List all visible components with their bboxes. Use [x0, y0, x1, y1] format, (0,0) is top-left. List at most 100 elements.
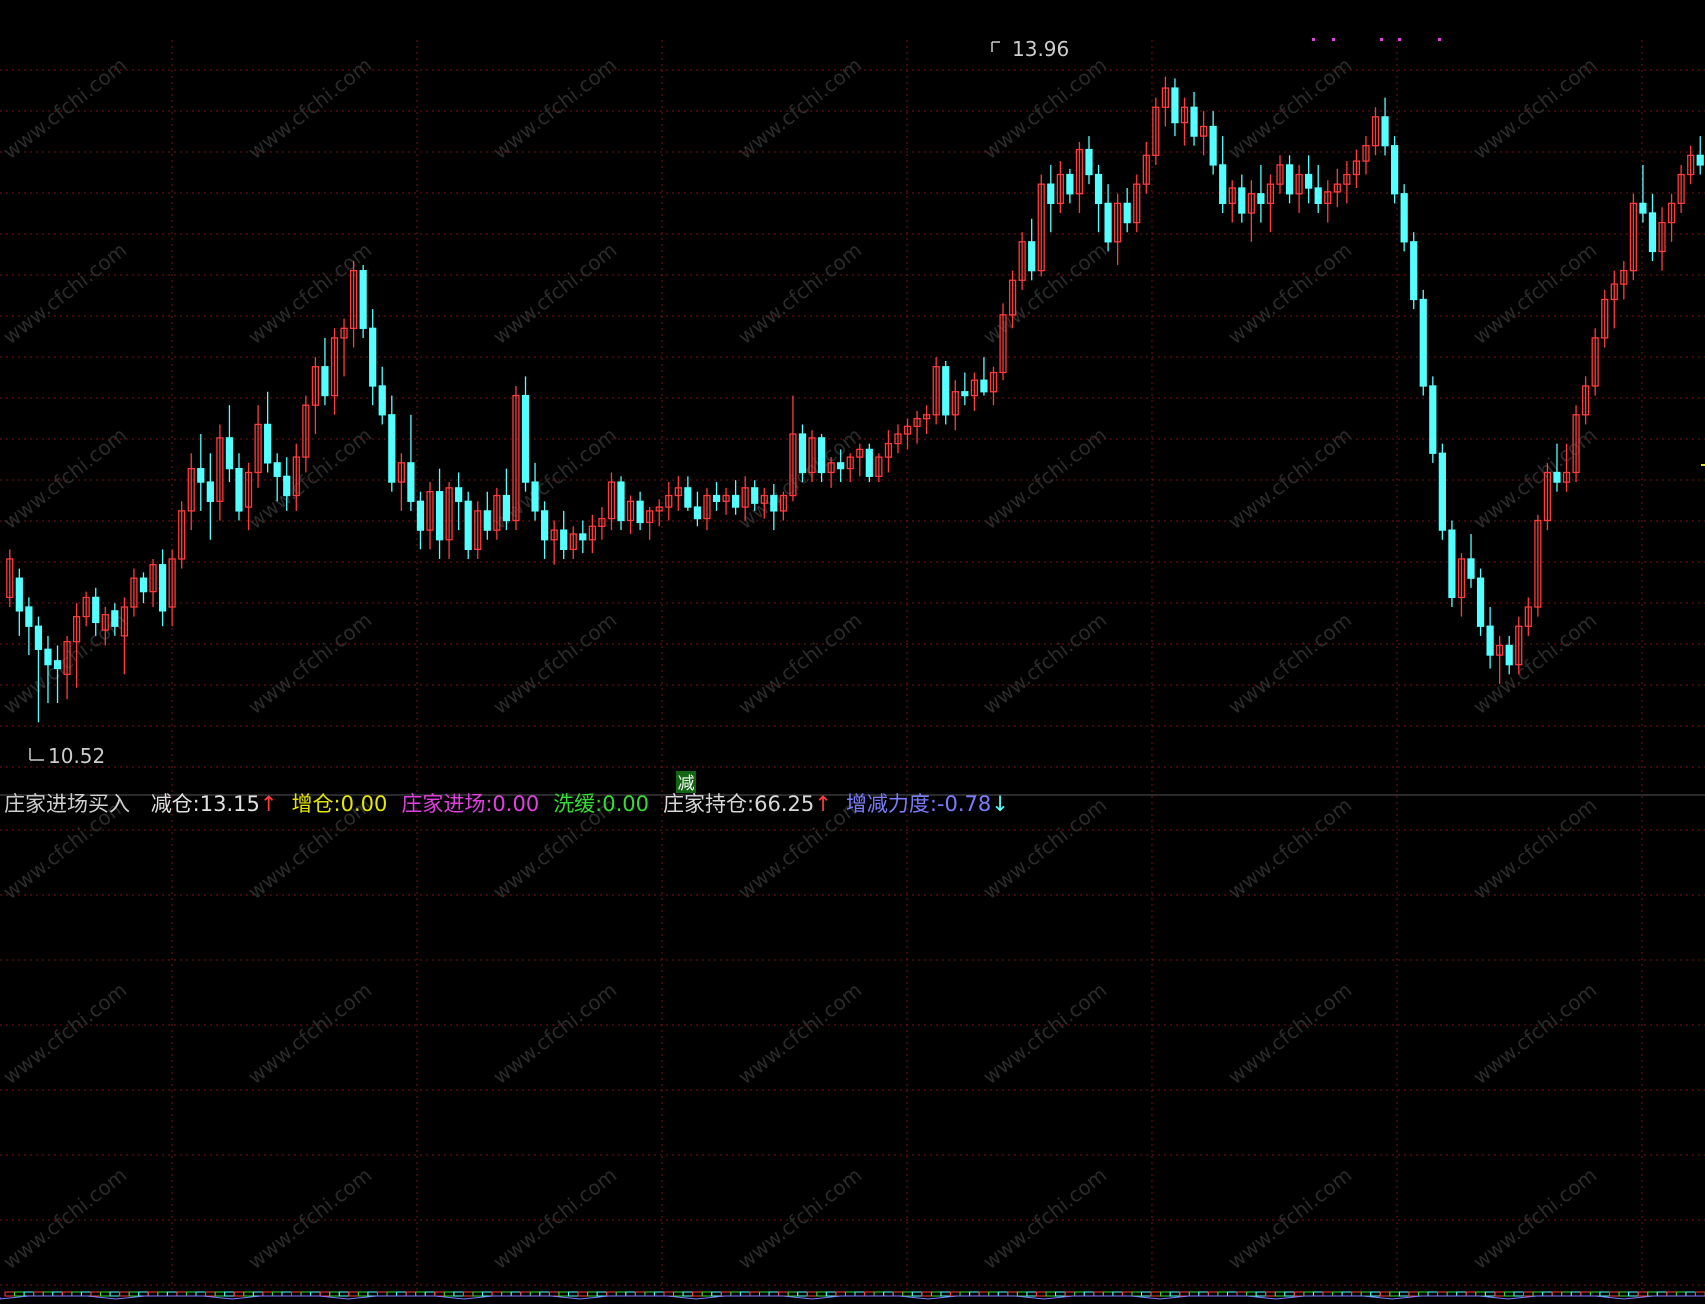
indicator-bar	[185, 1291, 197, 1297]
indicator-bar	[482, 1291, 493, 1297]
candle-body	[1448, 529, 1456, 599]
candle-body	[942, 366, 950, 416]
candle-body	[617, 481, 625, 522]
chart-root: www.cfchi.com www.cfchi.com www.cfchi.com w…	[0, 0, 1705, 1304]
legend-value: 0.00	[340, 792, 388, 816]
indicator-bar	[33, 1291, 44, 1297]
indicator-bar	[1284, 1291, 1295, 1297]
legend-label: 减仓:	[150, 792, 200, 816]
candle-body	[1553, 471, 1561, 483]
candle-body	[1476, 577, 1485, 627]
chart-canvas[interactable]: www.cfchi.com www.cfchi.com www.cfchi.com w…	[0, 0, 1705, 1304]
indicator-bar	[615, 1291, 627, 1297]
watermark-text: www.cfchi.com	[733, 238, 866, 349]
candle-body	[455, 487, 463, 502]
watermark-text: www.cfchi.com	[1223, 978, 1356, 1089]
indicator-bar	[300, 1291, 312, 1297]
indicator-bar	[902, 1291, 913, 1297]
legend-item: 增减力度: -0.78↓	[846, 790, 1009, 818]
candle-body	[273, 462, 281, 477]
indicator-bar	[4, 1291, 16, 1297]
candle-body	[1381, 116, 1389, 147]
indicator-bar	[806, 1291, 818, 1297]
indicator-bar	[1332, 1291, 1343, 1297]
indicator-bar	[1589, 1291, 1601, 1297]
indicator-bar	[42, 1291, 54, 1297]
watermark-text: www.cfchi.com	[0, 978, 131, 1089]
candle-body	[1438, 452, 1446, 531]
legend-label: 增减力度:	[845, 792, 937, 816]
watermark-text: www.cfchi.com	[1223, 793, 1356, 904]
indicator-bar	[1446, 1291, 1458, 1297]
candle-body	[712, 494, 721, 502]
candle-body	[1419, 298, 1427, 387]
indicator-bar	[1666, 1291, 1677, 1297]
candle-body	[53, 660, 62, 670]
legend-label: 增仓:	[291, 792, 341, 816]
marker-dot	[1398, 38, 1401, 41]
indicator-bar	[959, 1291, 971, 1297]
indicator-bar	[864, 1291, 875, 1297]
candle-body	[560, 529, 568, 551]
candle-body	[1305, 173, 1313, 189]
indicator-bar	[291, 1291, 302, 1297]
legend-label: 洗缓:	[553, 792, 603, 816]
watermark-text: www.cfchi.com	[1223, 53, 1356, 164]
indicator-bar	[252, 1291, 264, 1297]
indicator-name: 庄家进场买入	[4, 792, 130, 816]
indicator-bar	[625, 1291, 636, 1297]
indicator-bar	[119, 1291, 130, 1297]
indicator-bar	[128, 1291, 140, 1297]
indicator-bar	[653, 1291, 665, 1297]
force-line	[0, 1295, 1705, 1300]
indicator-bar	[138, 1291, 149, 1297]
candle-body	[378, 385, 386, 416]
indicator-bar	[1246, 1291, 1257, 1297]
indicator-legend: 庄家进场买入 减仓: 13.15↑ 增仓: 0.00 庄家进场: 0.00 洗缓: 0…	[4, 790, 1023, 818]
indicator-bar	[1255, 1291, 1267, 1297]
watermark-text: www.cfchi.com	[1468, 1163, 1601, 1274]
indicator-bar	[1074, 1291, 1085, 1297]
indicator-bar	[147, 1291, 159, 1297]
indicator-bar	[1322, 1291, 1334, 1297]
legend-value: 66.25	[754, 792, 815, 816]
candle-body	[521, 394, 530, 483]
indicator-bar	[1121, 1291, 1133, 1297]
candle-body	[197, 467, 205, 483]
candle-body	[225, 437, 234, 470]
indicator-bar	[348, 1291, 359, 1297]
indicator-bar	[1341, 1291, 1353, 1297]
candle-body	[1123, 202, 1131, 224]
indicator-bar	[462, 1291, 474, 1297]
indicator-bar	[1360, 1291, 1372, 1297]
watermark-text: www.cfchi.com	[978, 608, 1111, 719]
candle-body	[502, 494, 511, 522]
indicator-bar	[1217, 1291, 1228, 1297]
candle-body	[1429, 385, 1437, 454]
watermark-text: www.cfchi.com	[0, 1163, 131, 1274]
indicator-bar	[386, 1291, 398, 1297]
indicator-bar	[396, 1291, 407, 1297]
candle-body	[980, 379, 988, 393]
indicator-bar	[1188, 1291, 1200, 1297]
indicator-bar	[854, 1291, 866, 1297]
indicator-bar	[367, 1291, 378, 1297]
indicator-bar	[1112, 1291, 1123, 1297]
indicator-bar	[911, 1291, 923, 1297]
watermark-text: www.cfchi.com	[488, 53, 621, 164]
indicator-bar	[1064, 1291, 1076, 1297]
indicator-bar	[596, 1291, 608, 1297]
marker-dot	[1332, 38, 1335, 41]
indicator-bar	[1694, 1291, 1705, 1297]
indicator-bar	[329, 1291, 340, 1297]
legend-label: 庄家持仓:	[663, 792, 755, 816]
indicator-bar	[1618, 1291, 1630, 1297]
legend-arrow-icon: ↑	[814, 792, 832, 816]
indicator-bar	[978, 1291, 990, 1297]
candle-body	[684, 487, 692, 508]
candle-body	[1410, 241, 1418, 301]
candle-body	[1171, 87, 1179, 124]
candle-body	[1085, 148, 1093, 176]
indicator-bar	[224, 1291, 235, 1297]
indicator-bar	[243, 1291, 254, 1297]
